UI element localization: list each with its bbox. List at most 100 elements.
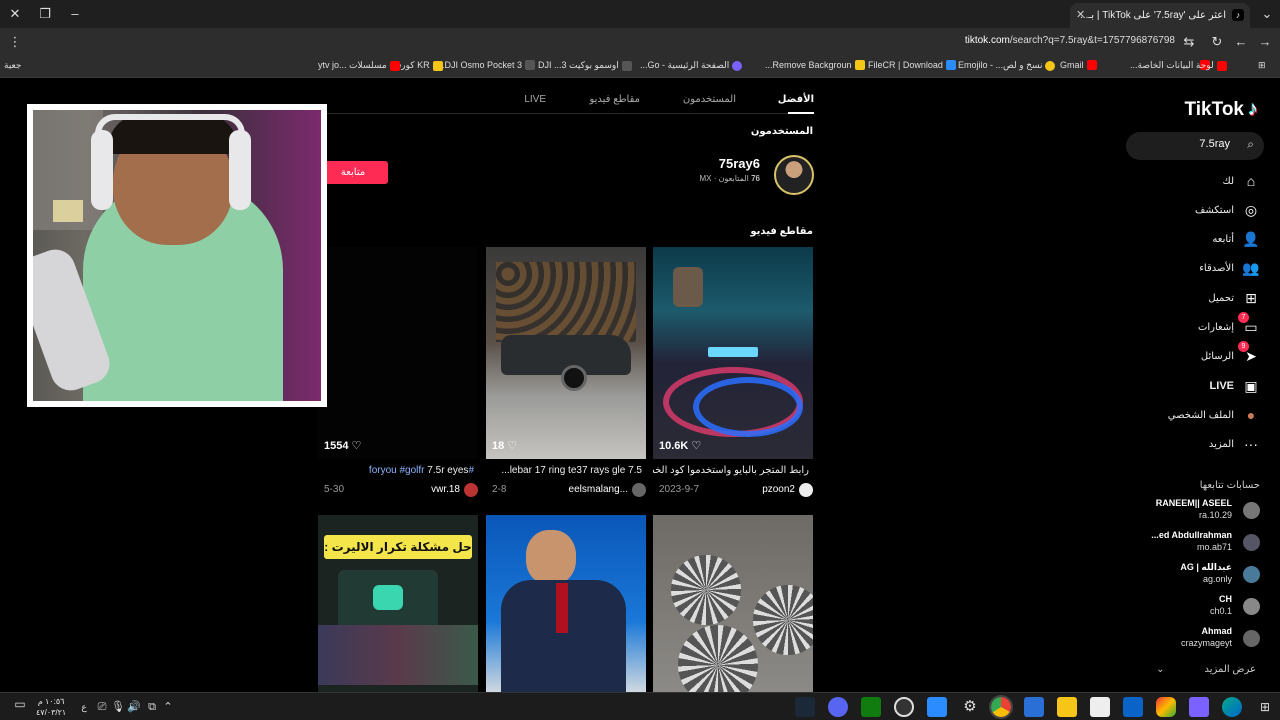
reload-icon[interactable]: ↻ <box>1208 33 1226 51</box>
edge-icon[interactable] <box>1222 697 1242 717</box>
app-icon[interactable] <box>1189 697 1209 717</box>
video-thumbnail[interactable] <box>653 515 813 692</box>
video-title[interactable]: رابط المتجر بالبايو واستخدموا كود الخصم.… <box>653 465 809 476</box>
video-title[interactable]: #foryou #golfr 7.5r eyes <box>318 465 474 476</box>
tray-chevron-icon[interactable]: ⌃ <box>158 697 178 717</box>
back-icon[interactable]: ← <box>1232 33 1250 51</box>
video-author[interactable]: pzoon2 <box>762 484 795 495</box>
tiktok-logo[interactable]: TikTok ♪ <box>1185 98 1258 121</box>
video-title[interactable]: 7.5 lebar 17 ring te37 rays gle... <box>486 465 642 476</box>
author-avatar[interactable] <box>799 483 813 497</box>
sidebar-item-4[interactable]: ⊞ تحميل <box>1150 287 1260 309</box>
account-avatar[interactable] <box>1243 566 1260 583</box>
bookmark-item[interactable]: جعية <box>4 60 21 71</box>
sidebar-item-6[interactable]: ➤ 9 الرسائل <box>1150 341 1260 367</box>
browser-tab-active[interactable]: ♪ اعثر على '7.5ray' على TikTok | بـ... ✕ <box>1070 3 1250 28</box>
browser-menu-icon[interactable]: ⋮ <box>6 33 24 51</box>
tab-users[interactable]: المستخدمون <box>683 94 736 105</box>
bookmark-item[interactable]: Gmail <box>1060 60 1097 70</box>
obs-icon[interactable] <box>894 697 914 717</box>
sidebar-item-1[interactable]: ◎ استكشف <box>1150 199 1260 221</box>
sidebar-item-label: المزيد <box>1208 438 1234 450</box>
heart-icon: ♡ <box>507 440 518 452</box>
sidebar-item-7[interactable]: ▣ LIVE <box>1150 375 1260 397</box>
sidebar-item-5[interactable]: ▭ 7 إشعارات <box>1150 312 1260 338</box>
sidebar-item-3[interactable]: 👥 الأصدقاء <box>1150 257 1260 279</box>
apps-grid-icon[interactable]: ⊞ <box>1258 60 1266 71</box>
sidebar-item-9[interactable]: ··· المزيد <box>1150 433 1260 455</box>
user-result[interactable]: 75ray6 76 المتابعون · MX متابعة <box>318 152 814 200</box>
filecr-icon[interactable] <box>927 697 947 717</box>
bookmark-item[interactable]: نسخ و لص... - Emojilo <box>958 60 1056 71</box>
chrome-icon[interactable] <box>989 695 1013 719</box>
store-icon[interactable] <box>1024 697 1044 717</box>
settings-gear-icon[interactable]: ⚙ <box>960 697 980 717</box>
account-avatar[interactable] <box>1243 630 1260 647</box>
tab-videos[interactable]: مقاطع فيديو <box>589 94 640 105</box>
bookmark-item[interactable]: FileCR | Download <box>868 60 956 70</box>
tab-close-icon[interactable]: ✕ <box>1076 3 1085 28</box>
video-author[interactable]: vwr.18 <box>431 484 460 495</box>
video-author[interactable]: eelsmalang... <box>569 484 628 495</box>
copilot-icon[interactable] <box>1156 697 1176 717</box>
following-account[interactable]: عبدالله | AG ag.only <box>1120 562 1260 590</box>
search-input[interactable]: ⌕ 7.5ray <box>1126 132 1264 160</box>
tab-top[interactable]: الأفضل <box>778 94 814 105</box>
bookmark-item[interactable]: مسلسلات ...ytv jo <box>318 60 400 71</box>
video-thumbnail[interactable] <box>318 247 478 459</box>
url-field[interactable]: tiktok.com/search?q=7.5ray&t=17577968767… <box>965 35 1175 46</box>
following-account[interactable]: CH ch0.1 <box>1120 594 1260 622</box>
restore-window-icon[interactable]: ❐ <box>34 4 56 24</box>
bookmark-item[interactable]: اوسمو بوكيت 3... DJI <box>538 60 632 71</box>
calendar-icon[interactable] <box>1090 697 1110 717</box>
bookmark-item[interactable]: Remove Backgroun... <box>765 60 865 70</box>
video-thumbnail[interactable] <box>486 247 646 459</box>
volume-icon[interactable]: 🔊 <box>124 697 144 717</box>
file-explorer-icon[interactable] <box>1057 697 1077 717</box>
forward-icon[interactable]: → <box>1256 33 1274 51</box>
discord-icon[interactable] <box>828 697 848 717</box>
video-card[interactable]: حل مشكلة تكرار الاليرت : <box>318 515 478 692</box>
account-name: CH <box>1219 594 1232 604</box>
bookmark-item[interactable]: لوحة البيانات الخاصة... <box>1130 60 1227 71</box>
account-name: Ahmad <box>1201 626 1232 636</box>
video-thumbnail[interactable]: حل مشكلة تكرار الاليرت : <box>318 515 478 692</box>
site-settings-icon[interactable]: ⇆ <box>1180 33 1198 51</box>
sidebar-item-label: تحميل <box>1208 292 1234 304</box>
user-name[interactable]: 75ray6 <box>719 156 760 171</box>
tab-live[interactable]: LIVE <box>524 94 546 105</box>
account-avatar[interactable] <box>1243 534 1260 551</box>
video-thumbnail[interactable] <box>486 515 646 692</box>
author-avatar[interactable] <box>632 483 646 497</box>
following-account[interactable]: ed Abdullrahman... mo.ab71 <box>1120 530 1260 558</box>
search-tabs: الأفضل المستخدمون مقاطع فيديو LIVE <box>318 78 814 114</box>
follow-button[interactable]: متابعة <box>318 161 388 184</box>
system-clock[interactable]: ١٠:٥٦ م ٤٧/٠٣/٢١ <box>36 696 66 718</box>
following-account[interactable]: RANEEM|| ASEEL ra.10.29 <box>1120 498 1260 526</box>
account-avatar[interactable] <box>1243 502 1260 519</box>
following-account[interactable]: Ahmad crazymageyt <box>1120 626 1260 654</box>
tab-search-icon[interactable]: ⌄ <box>1256 4 1278 24</box>
outlook-icon[interactable] <box>1123 697 1143 717</box>
sidebar-item-2[interactable]: 👤 أتابعه <box>1150 228 1260 250</box>
sidebar-item-0[interactable]: ⌂ لك <box>1150 170 1260 192</box>
video-card[interactable] <box>653 515 813 692</box>
bookmark-item[interactable]: DJI Osmo Pocket 3... <box>437 60 536 70</box>
bookmark-item[interactable]: الصفحة الرئيسية - Go... <box>640 60 743 71</box>
see-more-button[interactable]: عرض المزيد ⌄ <box>1156 664 1256 675</box>
search-icon[interactable]: ⌕ <box>1247 137 1254 152</box>
video-thumbnail[interactable] <box>653 247 813 459</box>
minimize-window-icon[interactable]: – <box>64 4 86 24</box>
steam-icon[interactable] <box>795 697 815 717</box>
notification-center-icon[interactable]: ▭ <box>10 697 30 717</box>
chevron-down-icon: ⌄ <box>1156 664 1165 675</box>
account-avatar[interactable] <box>1243 598 1260 615</box>
author-avatar[interactable] <box>464 483 478 497</box>
close-window-icon[interactable]: ✕ <box>4 4 26 24</box>
xbox-icon[interactable] <box>861 697 881 717</box>
language-indicator[interactable]: ع <box>74 697 94 717</box>
user-avatar[interactable] <box>774 155 814 195</box>
video-card[interactable] <box>486 515 646 692</box>
start-menu-icon[interactable]: ⊞ <box>1255 697 1275 717</box>
sidebar-item-8[interactable]: ● الملف الشخصي <box>1150 404 1260 426</box>
